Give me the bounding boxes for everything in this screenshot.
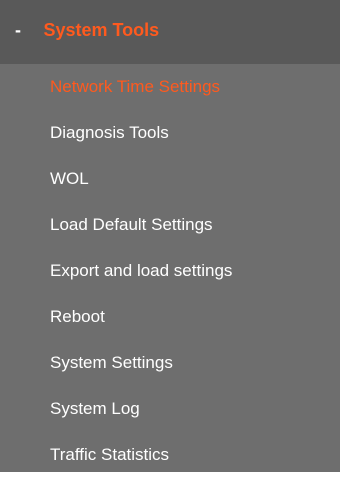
menu-section-title: System Tools xyxy=(43,20,160,40)
menu-item-diagnosis-tools[interactable]: Diagnosis Tools xyxy=(0,110,340,156)
menu-item-reboot[interactable]: Reboot xyxy=(0,294,340,340)
menu-item-load-default-settings[interactable]: Load Default Settings xyxy=(0,202,340,248)
system-tools-menu: - System Tools Network Time Settings Dia… xyxy=(0,0,340,472)
menu-item-export-and-load-settings[interactable]: Export and load settings xyxy=(0,248,340,294)
menu-item-wol[interactable]: WOL xyxy=(0,156,340,202)
collapse-toggle-icon[interactable]: - xyxy=(15,20,39,41)
menu-item-system-settings[interactable]: System Settings xyxy=(0,340,340,386)
menu-item-system-log[interactable]: System Log xyxy=(0,386,340,432)
menu-item-network-time-settings[interactable]: Network Time Settings xyxy=(0,64,340,110)
menu-items-list: Network Time Settings Diagnosis Tools WO… xyxy=(0,64,340,478)
menu-item-traffic-statistics[interactable]: Traffic Statistics xyxy=(0,432,340,478)
system-tools-header[interactable]: - System Tools xyxy=(0,0,340,64)
